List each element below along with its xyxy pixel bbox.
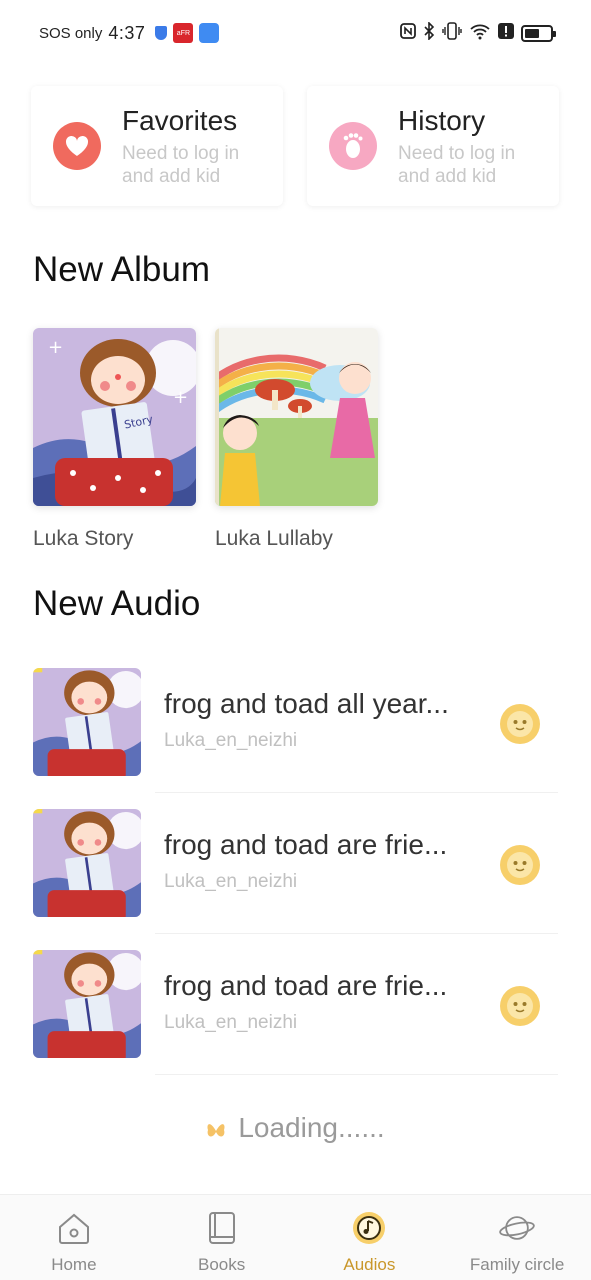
planet-icon <box>498 1209 536 1247</box>
footprint-icon <box>329 122 377 170</box>
nfc-icon <box>400 23 416 43</box>
album-title: Luka Story <box>33 527 134 550</box>
lullaby-cover-image <box>215 328 378 506</box>
album-title: Luka Lullaby <box>215 527 333 550</box>
audio-author: Luka_en_neizhi <box>164 871 298 892</box>
home-icon <box>55 1209 93 1247</box>
nav-label: Home <box>51 1255 97 1274</box>
mail-notification-icon <box>199 23 220 43</box>
status-bar: SOS only 4:37 aFR <box>0 0 591 66</box>
carrier-text: SOS only <box>39 24 103 42</box>
list-item[interactable]: frog and toad all year... Luka_en_neizhi <box>33 652 558 793</box>
nav-books[interactable]: Books <box>148 1195 296 1280</box>
status-left: SOS only 4:37 aFR <box>39 22 220 44</box>
shield-icon <box>155 26 168 40</box>
story-cover-image: Story + + <box>33 328 196 506</box>
play-mascot-button[interactable] <box>500 986 540 1026</box>
nav-family-circle[interactable]: Family circle <box>443 1195 591 1280</box>
nav-label: Books <box>198 1255 246 1274</box>
new-audio-heading: New Audio <box>33 584 201 623</box>
play-mascot-button[interactable] <box>500 704 540 744</box>
wifi-icon <box>469 22 491 44</box>
nav-audios[interactable]: Audios <box>296 1195 444 1280</box>
list-item[interactable]: frog and toad are frie... Luka_en_neizhi <box>33 934 558 1075</box>
nav-label: Audios <box>343 1255 396 1274</box>
app-notification-icon: aFR <box>173 23 194 43</box>
history-subtitle: Need to log in and add kid <box>398 143 516 187</box>
bottom-nav: Home Books Audios Family circle <box>0 1194 591 1280</box>
nav-label: Family circle <box>469 1255 565 1274</box>
clock: 4:37 <box>108 22 146 43</box>
history-title: History <box>398 105 486 136</box>
battery-icon <box>521 24 556 42</box>
butterfly-icon <box>206 1117 226 1139</box>
svg-text:+: + <box>48 337 63 358</box>
divider <box>155 1074 558 1075</box>
svg-text:+: + <box>173 387 188 408</box>
history-card[interactable]: History Need to log in and add kid <box>307 86 559 206</box>
favorites-card[interactable]: Favorites Need to log in and add kid <box>31 86 283 206</box>
play-mascot-button[interactable] <box>500 845 540 885</box>
loading-indicator: Loading...... <box>0 1112 591 1144</box>
heart-icon <box>53 122 101 170</box>
audio-title: frog and toad are frie... <box>164 970 448 1001</box>
list-item[interactable]: frog and toad are frie... Luka_en_neizhi <box>33 793 558 934</box>
audio-author: Luka_en_neizhi <box>164 1012 298 1033</box>
nav-home[interactable]: Home <box>0 1195 148 1280</box>
audio-thumbnail <box>33 950 141 1058</box>
audio-title: frog and toad are frie... <box>164 829 448 860</box>
audio-title: frog and toad all year... <box>164 688 449 719</box>
audio-thumbnail <box>33 809 141 917</box>
quick-access-row: Favorites Need to log in and add kid His… <box>31 86 560 206</box>
album-card[interactable]: Luka Lullaby <box>215 328 378 551</box>
book-icon <box>203 1209 241 1247</box>
audio-disc-icon <box>350 1209 388 1247</box>
vibrate-icon <box>442 22 462 44</box>
favorites-subtitle: Need to log in and add kid <box>122 143 240 187</box>
album-row: Story + + Luka Story Luka Lullaby <box>33 328 378 551</box>
alert-icon <box>498 23 514 43</box>
loading-text: Loading...... <box>238 1112 385 1143</box>
album-card[interactable]: Story + + Luka Story <box>33 328 196 551</box>
audio-list: frog and toad all year... Luka_en_neizhi <box>33 652 558 1075</box>
audio-author: Luka_en_neizhi <box>164 730 298 751</box>
status-right <box>400 21 556 44</box>
favorites-title: Favorites <box>122 105 238 136</box>
audio-thumbnail <box>33 668 141 776</box>
new-album-heading: New Album <box>33 250 211 289</box>
bluetooth-icon <box>423 21 435 44</box>
